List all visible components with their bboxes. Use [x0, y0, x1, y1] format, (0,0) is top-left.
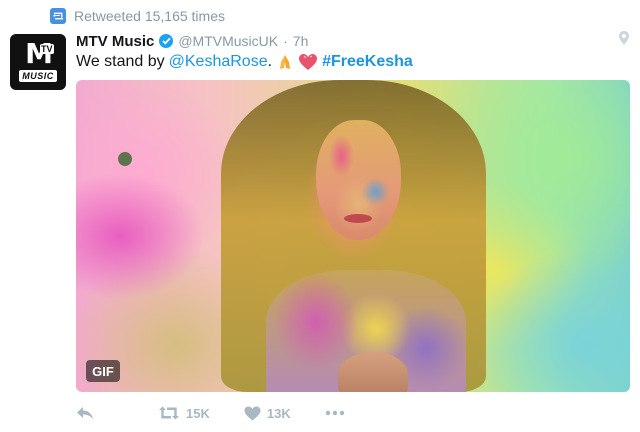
- reply-icon: [76, 406, 94, 420]
- verified-badge-icon: [159, 34, 174, 48]
- like-count: 13K: [266, 405, 291, 421]
- media-gif[interactable]: GIF: [76, 80, 630, 392]
- more-dots-icon: [325, 410, 345, 416]
- figure-hand: [338, 352, 408, 392]
- retweet-count: 15K: [186, 405, 210, 421]
- display-name[interactable]: MTV Music: [76, 33, 154, 50]
- user-handle[interactable]: @MTVMusicUK: [178, 33, 278, 49]
- tweet-timestamp[interactable]: 7h: [293, 33, 309, 49]
- retweet-count-text: Retweeted 15,165 times: [74, 8, 225, 24]
- avatar[interactable]: M TV MUSIC: [10, 34, 66, 90]
- tweet-header: MTV Music @MTVMusicUK · 7h: [76, 31, 308, 51]
- folded-hands-emoji: [276, 53, 294, 71]
- paint-spot: [118, 152, 132, 166]
- retweet-icon: [158, 406, 180, 420]
- retweet-button[interactable]: 15K: [158, 406, 210, 421]
- like-button[interactable]: 13K: [244, 406, 291, 421]
- header-separator: ·: [283, 33, 288, 49]
- figure-lips: [344, 214, 372, 223]
- tweet-text-prefix: We stand by: [76, 53, 165, 70]
- location-pin-icon[interactable]: [618, 30, 630, 46]
- avatar-logo-tv: TV: [40, 44, 54, 54]
- gif-badge: GIF: [86, 360, 120, 382]
- tweet-text: We stand by @KeshaRose. #FreeKesha: [76, 52, 413, 72]
- heart-icon: [244, 406, 261, 421]
- tweet-text-suffix: .: [267, 53, 273, 70]
- heart-emoji: [298, 53, 318, 71]
- more-options-button[interactable]: [325, 410, 345, 416]
- avatar-logo-music: MUSIC: [19, 70, 57, 82]
- retweet-badge-icon: [50, 8, 66, 24]
- hashtag-link[interactable]: #FreeKesha: [322, 53, 413, 71]
- reply-button[interactable]: [76, 406, 94, 420]
- mention-link[interactable]: @KeshaRose: [169, 53, 268, 71]
- retweet-context: Retweeted 15,165 times: [50, 6, 225, 26]
- tweet-actions: 15K 13K: [76, 400, 345, 426]
